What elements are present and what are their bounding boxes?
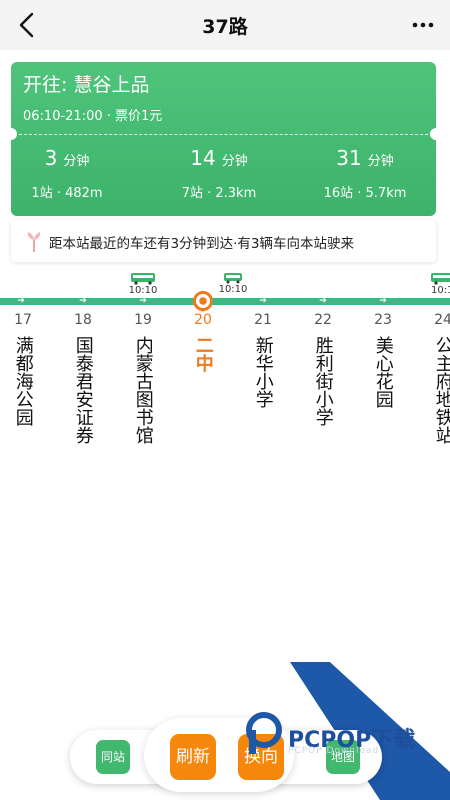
stop-number: 23 xyxy=(374,312,392,328)
stop-number: 21 xyxy=(254,312,272,328)
next-bus-3[interactable]: 31 分钟 16站 · 5.7km xyxy=(295,146,435,201)
bus-time: 10:10 xyxy=(218,284,248,295)
bus-icon xyxy=(431,273,450,285)
bus-distance: 16站 · 5.7km xyxy=(323,186,407,201)
arrival-notice: 距本站最近的车还有3分钟到达·有3辆车向本站驶来 xyxy=(11,220,436,262)
bus-minutes: 14 xyxy=(190,146,216,170)
stop-item[interactable]: 21 新华小学 xyxy=(248,312,278,408)
stop-name: 满都海公园 xyxy=(12,336,34,426)
watermark-logo-icon xyxy=(246,712,282,754)
card-divider xyxy=(19,134,428,135)
bus-minutes: 3 xyxy=(44,146,58,170)
current-stop-pin-icon xyxy=(193,291,213,312)
card-notch-right xyxy=(430,128,436,140)
service-hours: 06:10-21:00 · 票价1元 xyxy=(23,109,163,124)
stop-name: 美心花园 xyxy=(372,336,394,408)
bus-distance: 7站 · 2.3km xyxy=(181,186,257,201)
direction-arrow-icon: ➔ xyxy=(259,296,267,306)
bus-minutes-unit: 分钟 xyxy=(63,154,90,169)
card-notch-left xyxy=(11,128,17,140)
bus-minutes: 31 xyxy=(336,146,362,170)
bus-position-marker[interactable]: 10:10 xyxy=(118,272,168,297)
bus-icon xyxy=(131,273,155,285)
stop-item[interactable]: 17 满都海公园 xyxy=(8,312,38,426)
refresh-button[interactable]: 刷新 xyxy=(170,734,216,780)
stop-item[interactable]: 22 胜利街小学 xyxy=(308,312,338,426)
stop-name: 新华小学 xyxy=(252,336,274,408)
direction-arrow-icon: ➔ xyxy=(79,296,87,306)
stop-name: 内蒙古图书馆 xyxy=(132,336,154,444)
stop-number: 22 xyxy=(314,312,332,328)
stop-number: 17 xyxy=(14,312,32,328)
bus-time: 10:1 xyxy=(431,285,450,296)
bus-minutes-unit: 分钟 xyxy=(367,154,394,169)
bus-position-marker[interactable]: 10:1 xyxy=(418,272,450,297)
arrival-card: 开往: 慧谷上品 06:10-21:00 · 票价1元 3 分钟 1站 · 482… xyxy=(11,62,436,216)
more-icon[interactable] xyxy=(408,10,438,40)
bus-position-marker[interactable]: 10:10 xyxy=(208,272,258,296)
destination-label: 开往: 慧谷上品 xyxy=(23,74,150,96)
bus-icon xyxy=(224,273,242,284)
stop-item-current[interactable]: 20 二中 xyxy=(188,312,218,372)
stop-item[interactable]: 23 美心花园 xyxy=(368,312,398,408)
stop-number: 19 xyxy=(134,312,152,328)
next-bus-2[interactable]: 14 分钟 7站 · 2.3km xyxy=(149,146,289,201)
stop-item[interactable]: 18 国泰君安证券 xyxy=(68,312,98,444)
direction-arrow-icon: ➔ xyxy=(319,296,327,306)
bus-minutes-unit: 分钟 xyxy=(221,154,248,169)
bus-distance: 1站 · 482m xyxy=(31,186,103,201)
notice-text: 距本站最近的车还有3分钟到达·有3辆车向本站驶来 xyxy=(49,236,354,252)
next-bus-1[interactable]: 3 分钟 1站 · 482m xyxy=(11,146,137,201)
stop-number: 20 xyxy=(194,312,212,328)
same-station-button[interactable]: 同站 xyxy=(96,740,130,774)
page-title: 37路 xyxy=(202,16,248,38)
stop-number: 18 xyxy=(74,312,92,328)
top-bar: 37路 xyxy=(0,0,450,50)
watermark-subtext: PCPOP Download xyxy=(288,746,380,756)
stop-item[interactable]: 24 公主府地铁站 xyxy=(428,312,450,444)
bus-time: 10:10 xyxy=(128,285,158,296)
stop-name: 公主府地铁站 xyxy=(432,336,450,444)
stop-name: 胜利街小学 xyxy=(312,336,334,426)
bus-line-page: 37路 开往: 慧谷上品 06:10-21:00 · 票价1元 3 分钟 1站 ·… xyxy=(0,0,450,800)
direction-arrow-icon: ➔ xyxy=(17,296,25,306)
stop-item[interactable]: 19 内蒙古图书馆 xyxy=(128,312,158,444)
direction-arrow-icon: ➔ xyxy=(139,296,147,306)
stop-name: 国泰君安证券 xyxy=(72,336,94,444)
stop-name: 二中 xyxy=(192,336,214,372)
location-pin-icon xyxy=(27,232,41,252)
stop-number: 24 xyxy=(434,312,450,328)
direction-arrow-icon: ➔ xyxy=(379,296,387,306)
